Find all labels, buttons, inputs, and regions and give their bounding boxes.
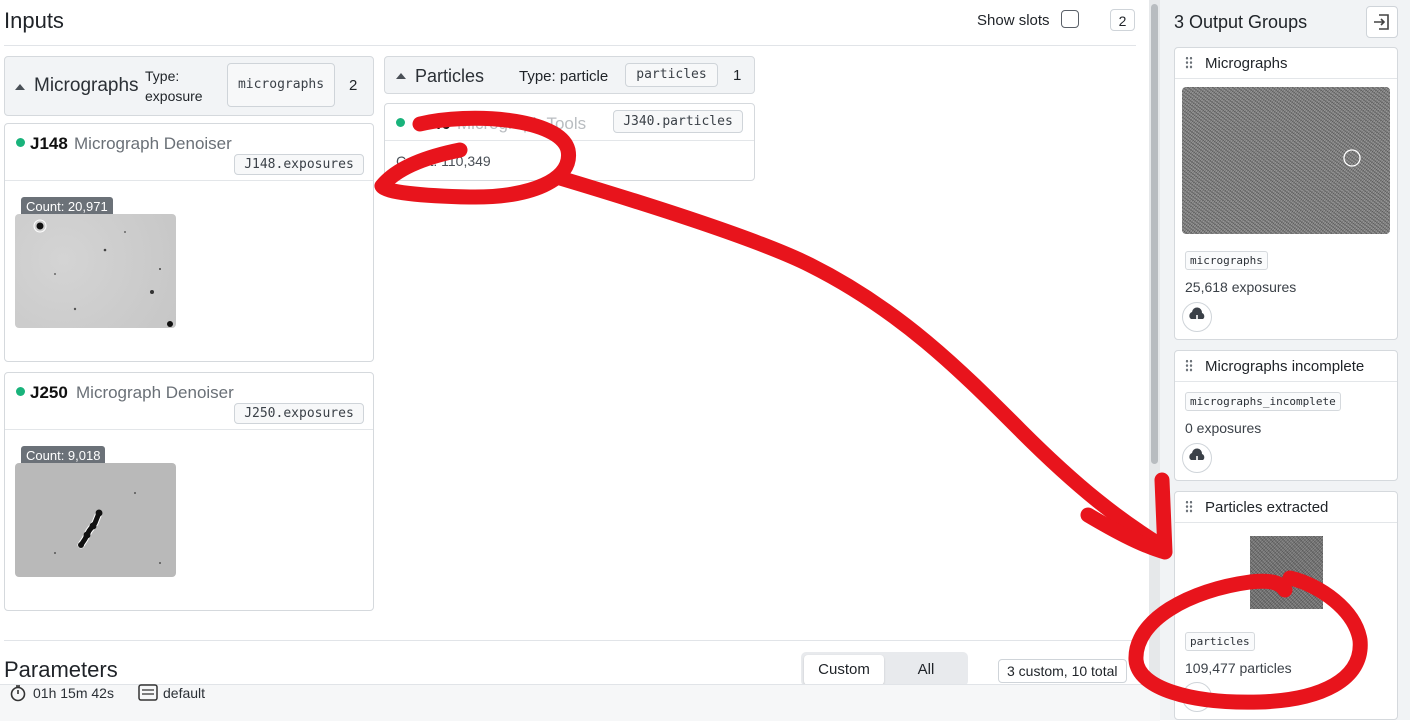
circle-around-particle-count [374,110,576,205]
circle-around-particles-extracted [1128,570,1368,710]
arrow-shaft [552,170,1168,553]
red-annotation-overlay [374,110,1368,710]
